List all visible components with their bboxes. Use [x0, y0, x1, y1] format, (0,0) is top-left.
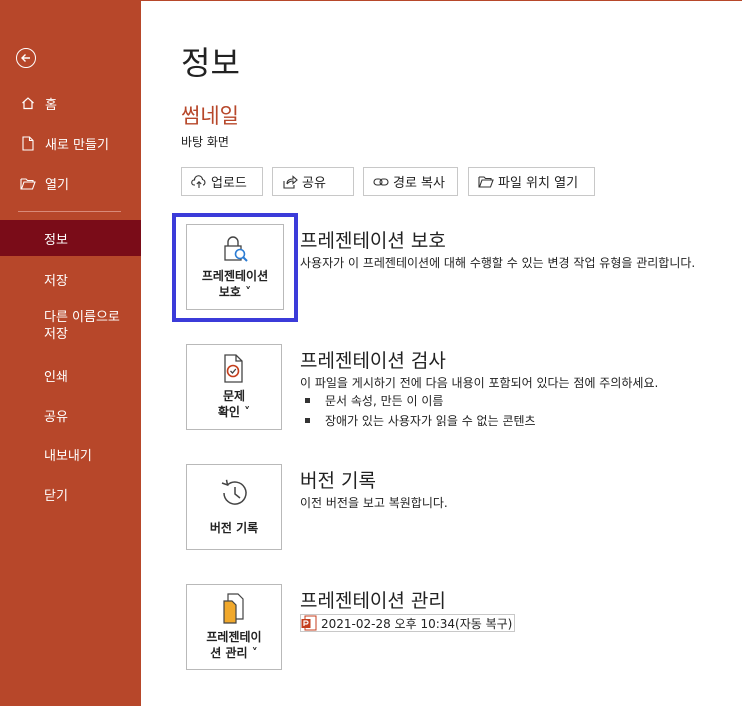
sidebar-item-save-as[interactable]: 다른 이름으로 저장 — [0, 304, 130, 348]
list-item: 장애가 있는 사용자가 읽을 수 없는 콘텐츠 — [305, 412, 536, 429]
sidebar-item-label: 정보 — [44, 232, 68, 248]
upload-label: 업로드 — [211, 176, 247, 191]
sidebar-item-share[interactable]: 공유 — [0, 397, 141, 433]
keyboard-focus-highlight — [172, 213, 298, 322]
file-name: 썸네일 — [181, 104, 239, 128]
sidebar-item-label: 내보내기 — [44, 448, 92, 464]
powerpoint-file-icon — [301, 615, 317, 631]
folder-open-icon — [478, 175, 494, 188]
manage-title: 프레젠테이션 관리 — [300, 590, 446, 612]
bullet-text: 문서 속성, 만든 이 이름 — [325, 394, 444, 408]
sidebar-item-label: 홈 — [45, 97, 57, 113]
check-for-issues-button[interactable]: 문제 확인 ˅ — [186, 344, 282, 430]
open-file-location-button[interactable]: 파일 위치 열기 — [468, 167, 595, 196]
sidebar-item-label: 새로 만들기 — [45, 137, 109, 153]
sidebar-item-open[interactable]: 열기 — [0, 165, 141, 201]
cloud-upload-icon — [191, 174, 207, 189]
sidebar-item-print[interactable]: 인쇄 — [0, 357, 141, 393]
top-border — [141, 0, 742, 1]
inspect-document-icon — [224, 354, 243, 383]
sidebar-item-label: 공유 — [44, 409, 68, 425]
sidebar-item-label: 저장 — [44, 273, 68, 289]
sidebar-item-label: 다른 이름으로 저장 — [44, 310, 120, 342]
sidebar-divider — [18, 211, 121, 212]
file-location: 바탕 화면 — [181, 135, 229, 149]
history-title: 버전 기록 — [300, 470, 376, 492]
new-document-icon — [20, 135, 36, 151]
sidebar-item-info[interactable]: 정보 — [0, 220, 141, 256]
protect-description: 사용자가 이 프레젠테이션에 대해 수행할 수 있는 변경 작업 유형을 관리합… — [300, 256, 696, 270]
share-icon — [282, 174, 298, 189]
share-label: 공유 — [302, 176, 326, 191]
sidebar-item-export[interactable]: 내보내기 — [0, 436, 141, 472]
bullet-text: 장애가 있는 사용자가 읽을 수 없는 콘텐츠 — [325, 414, 536, 428]
page-title: 정보 — [181, 44, 240, 82]
sidebar-item-close[interactable]: 닫기 — [0, 476, 141, 512]
autosave-version-link[interactable]: 2021-02-28 오후 10:34(자동 복구) — [300, 614, 516, 632]
link-icon — [373, 176, 389, 188]
history-clock-icon — [221, 479, 247, 505]
upload-button[interactable]: 업로드 — [181, 167, 263, 196]
arrow-left-icon — [21, 54, 30, 62]
inspect-card-label: 문제 확인 ˅ — [217, 389, 251, 419]
sidebar-item-label: 열기 — [45, 177, 69, 193]
open-location-label: 파일 위치 열기 — [498, 176, 579, 191]
sidebar-item-save[interactable]: 저장 — [0, 261, 141, 297]
copy-path-button[interactable]: 경로 복사 — [363, 167, 458, 196]
history-description: 이전 버전을 보고 복원합니다. — [300, 496, 448, 510]
version-history-button[interactable]: 버전 기록 — [186, 464, 282, 550]
manage-documents-icon — [223, 593, 244, 624]
protect-title: 프레젠테이션 보호 — [300, 230, 446, 252]
manage-presentation-button[interactable]: 프레젠테이 션 관리 ˅ — [186, 584, 282, 670]
sidebar-item-label: 인쇄 — [44, 369, 68, 385]
inspect-title: 프레젠테이션 검사 — [300, 350, 446, 372]
history-card-label: 버전 기록 — [209, 521, 259, 535]
sidebar-item-new[interactable]: 새로 만들기 — [0, 125, 141, 161]
manage-card-label: 프레젠테이 션 관리 ˅ — [206, 630, 262, 660]
home-icon — [20, 95, 36, 111]
back-button[interactable] — [16, 48, 36, 68]
copy-path-label: 경로 복사 — [393, 176, 445, 191]
sidebar-item-label: 닫기 — [44, 488, 68, 504]
bullet-icon — [305, 398, 310, 403]
sidebar-item-home[interactable]: 홈 — [0, 85, 141, 121]
share-button[interactable]: 공유 — [272, 167, 354, 196]
inspect-description: 이 파일을 게시하기 전에 다음 내용이 포함되어 있다는 점에 주의하세요. — [300, 376, 659, 390]
backstage-info-view: 홈 새로 만들기 열기 정보 저장 다른 이름으로 저장 인쇄 공유 내보내기 … — [0, 0, 742, 706]
bullet-icon — [305, 418, 310, 423]
folder-open-icon — [20, 175, 36, 191]
list-item: 문서 속성, 만든 이 이름 — [305, 392, 443, 409]
version-timestamp: 2021-02-28 오후 10:34(자동 복구) — [321, 616, 513, 631]
sidebar: 홈 새로 만들기 열기 정보 저장 다른 이름으로 저장 인쇄 공유 내보내기 … — [0, 0, 141, 706]
